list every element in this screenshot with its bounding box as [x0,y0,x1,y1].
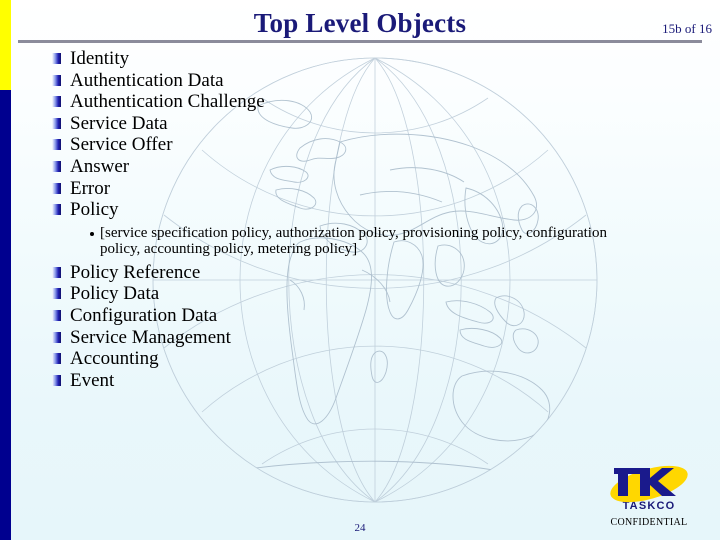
confidential-label: CONFIDENTIAL [610,517,688,528]
square-bullet-icon [52,266,61,278]
round-bullet-icon [90,231,94,236]
square-bullet-icon [52,331,61,343]
square-bullet-icon [52,204,61,216]
bullet-label: Identity [70,48,130,69]
list-item: Error [52,178,692,200]
left-edge-stripe-blue [0,90,11,540]
bullet-label: Service Management [70,326,231,348]
list-item: Accounting [52,348,692,370]
left-edge-stripe-yellow [0,0,11,90]
square-bullet-icon [52,96,61,108]
sub-list-item: [service specification policy, authoriza… [52,225,692,258]
page-title: Top Level Objects [253,8,467,38]
list-item: Service Offer [52,134,692,156]
bullet-label: Event [70,369,115,391]
tk-logo-icon [594,462,704,506]
sub-bullet-label: [service specification policy, authoriza… [100,224,607,258]
bullet-label: Answer [70,155,130,177]
square-bullet-icon [52,160,61,172]
list-item: Event [52,370,692,392]
bullet-label: Error [70,177,111,199]
bullet-label: Service Data [70,112,168,134]
page-indicator: 15b of 16 [662,21,712,36]
square-bullet-icon [52,309,61,321]
square-bullet-icon [52,182,61,194]
list-item: Policy Reference [52,262,692,284]
square-bullet-icon [52,117,61,129]
square-bullet-icon [52,53,61,64]
slide-canvas: Top Level Objects 15b of 16 Identity Aut… [0,0,720,540]
bullet-label: Policy [70,199,119,221]
bullet-label: Service Offer [70,134,173,156]
list-item: Service Data [52,113,692,135]
list-item: Policy Data [52,283,692,305]
list-item: Identity [52,48,692,70]
bullet-label: Configuration Data [70,304,218,326]
list-item: Service Management [52,327,692,349]
square-bullet-icon [52,353,61,365]
square-bullet-icon [52,374,61,386]
list-item: Policy [52,199,692,221]
bullet-label: Authentication Challenge [70,91,265,113]
list-item: Answer [52,156,692,178]
square-bullet-icon [52,139,61,151]
title-divider-rule [18,40,702,43]
list-item: Authentication Challenge [52,91,692,113]
bullet-label: Policy Data [70,283,160,305]
bullet-label: Policy Reference [70,261,201,283]
list-item: Configuration Data [52,305,692,327]
bottom-bullet-group: Policy Reference Policy Data Configurati… [52,262,692,392]
square-bullet-icon [52,288,61,300]
top-bullet-group: Identity Authentication Data Authenticat… [52,48,692,221]
bullet-label: Accounting [70,348,159,370]
bullet-label: Authentication Data [70,69,224,91]
list-item: Authentication Data [52,70,692,92]
bullet-content-area: Identity Authentication Data Authenticat… [52,48,692,391]
taskco-logo: TASKCO [594,462,704,512]
square-bullet-icon [52,74,61,86]
